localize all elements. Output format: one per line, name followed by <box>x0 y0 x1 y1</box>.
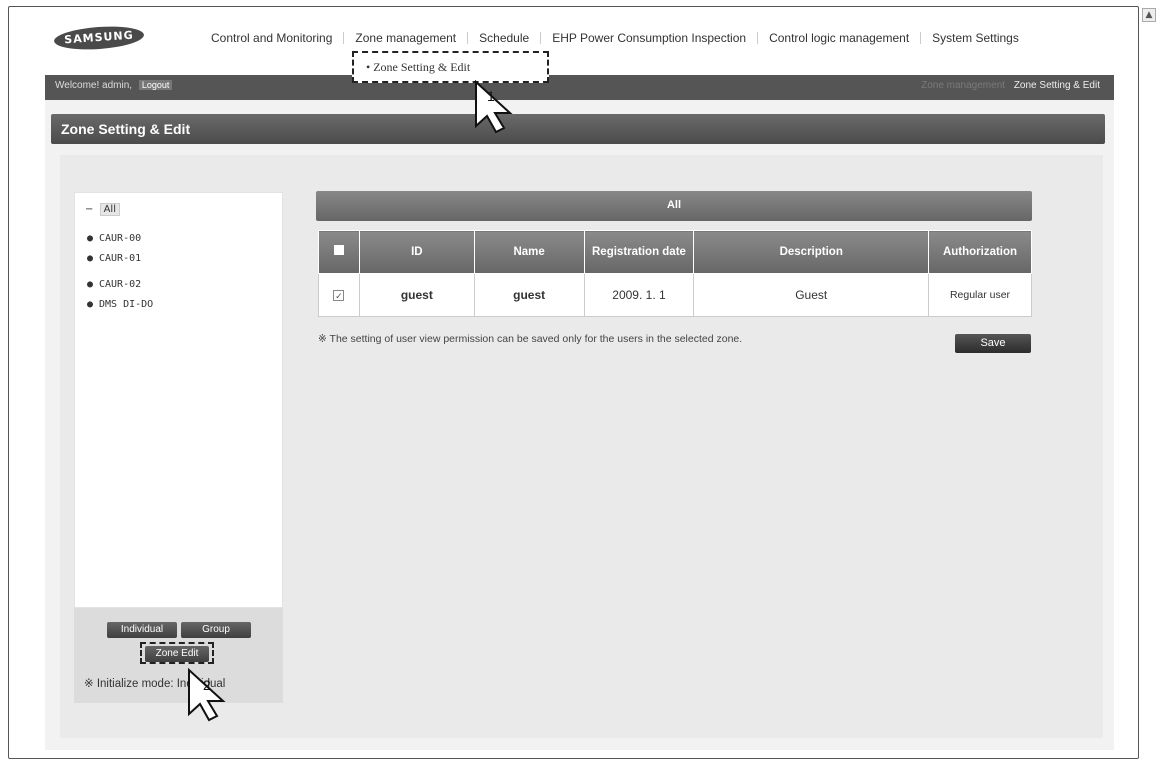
tree-item[interactable]: ● DMS DI-DO <box>87 299 153 310</box>
column-header-registration-date[interactable]: Registration date <box>583 230 695 274</box>
dropdown-item-zone-setting[interactable]: • Zone Setting & Edit <box>366 60 470 75</box>
nav-control-logic[interactable]: Control logic management <box>758 31 920 45</box>
breadcrumb-parent[interactable]: Zone management <box>921 80 1005 91</box>
zone-edit-button[interactable]: Zone Edit <box>145 646 209 662</box>
group-button[interactable]: Group <box>181 622 251 638</box>
select-all-checkbox[interactable] <box>318 230 360 274</box>
column-header-description[interactable]: Description <box>693 230 930 274</box>
breadcrumb-current: Zone Setting & Edit <box>1013 80 1100 91</box>
user-table: ID Name Registration date Description Au… <box>318 230 1032 317</box>
logout-button[interactable]: Logout <box>138 80 173 90</box>
table-header-row: ID Name Registration date Description Au… <box>318 230 1032 274</box>
table-row[interactable]: ✓ guest guest 2009. 1. 1 Guest Regular u… <box>318 273 1032 317</box>
tree-item[interactable]: ● CAUR-01 <box>87 253 141 264</box>
individual-button[interactable]: Individual <box>107 622 177 638</box>
tree-item-label: CAUR-02 <box>99 279 142 290</box>
tree-item-label: CAUR-00 <box>99 233 142 244</box>
bullet-icon: ● <box>87 279 94 290</box>
welcome-area: Welcome! admin, Logout <box>55 80 173 91</box>
page-title-bar: Zone Setting & Edit <box>51 114 1105 144</box>
cell-name: guest <box>473 273 585 317</box>
menu-bar: Welcome! admin, Logout Zone management Z… <box>45 75 1114 100</box>
tree-item-label: DMS DI-DO <box>99 299 154 310</box>
collapse-icon[interactable]: − <box>85 204 93 215</box>
bullet-icon: ● <box>87 299 94 310</box>
callout-number-1: 1 <box>487 88 495 104</box>
cursor-icon <box>188 667 226 722</box>
bullet-icon: ● <box>87 253 94 264</box>
tree-item[interactable]: ● CAUR-00 <box>87 233 141 244</box>
nav-zone-management[interactable]: Zone management <box>344 31 467 45</box>
zone-tree: − All ● CAUR-00 ● CAUR-01 ● CAUR-02 ● DMS DI… <box>74 192 283 608</box>
cell-id: guest <box>358 273 475 317</box>
column-header-id[interactable]: ID <box>358 230 475 274</box>
table-title-bar: All <box>316 191 1032 221</box>
nav-system-settings[interactable]: System Settings <box>921 31 1030 45</box>
tree-root[interactable]: − All <box>85 203 120 216</box>
welcome-text: Welcome! admin, <box>55 80 133 91</box>
breadcrumb: Zone management Zone Setting & Edit <box>921 80 1100 91</box>
tree-root-label[interactable]: All <box>99 203 120 216</box>
cell-authorization: Regular user <box>928 273 1032 317</box>
tree-item[interactable]: ● CAUR-02 <box>87 279 141 290</box>
row-checkbox[interactable]: ✓ <box>318 273 360 317</box>
callout-number-2: 2 <box>203 677 211 693</box>
bullet-icon: ● <box>87 233 94 244</box>
save-button[interactable]: Save <box>955 334 1031 353</box>
nav-control-monitoring[interactable]: Control and Monitoring <box>200 31 343 45</box>
permission-note: ※ The setting of user view permission ca… <box>318 333 743 345</box>
page-title: Zone Setting & Edit <box>61 121 191 137</box>
top-navigation: Control and Monitoring Zone management S… <box>200 31 1030 45</box>
scroll-up-icon[interactable]: ▲ <box>1142 8 1156 22</box>
column-header-name[interactable]: Name <box>473 230 585 274</box>
cursor-icon <box>475 79 513 134</box>
table-title: All <box>666 199 682 211</box>
cell-description: Guest <box>693 273 930 317</box>
nav-ehp-power[interactable]: EHP Power Consumption Inspection <box>541 31 757 45</box>
cell-registration-date: 2009. 1. 1 <box>583 273 695 317</box>
nav-schedule[interactable]: Schedule <box>468 31 540 45</box>
column-header-authorization[interactable]: Authorization <box>928 230 1032 274</box>
tree-item-label: CAUR-01 <box>99 253 142 264</box>
